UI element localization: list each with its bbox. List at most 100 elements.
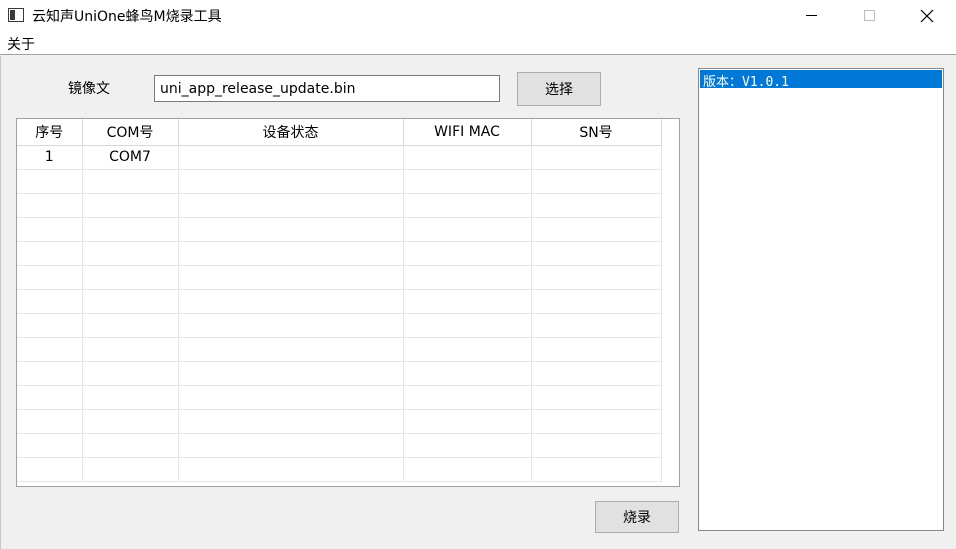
table-cell: [403, 145, 532, 170]
table-cell: [82, 169, 179, 194]
table-cell: [82, 313, 179, 338]
burn-button[interactable]: 烧录: [595, 501, 679, 533]
table-cell: [178, 169, 404, 194]
table-cell: [531, 457, 662, 482]
table-cell: [531, 265, 662, 290]
table-cell: [17, 265, 83, 290]
table-cell: [17, 337, 83, 362]
table-cell: [403, 385, 532, 410]
image-file-input[interactable]: [154, 75, 500, 102]
column-header-status[interactable]: 设备状态: [178, 119, 404, 146]
table-cell: [17, 313, 83, 338]
select-button[interactable]: 选择: [517, 72, 601, 106]
table-cell: [178, 265, 404, 290]
column-header-index[interactable]: 序号: [17, 119, 83, 146]
table-row[interactable]: [17, 169, 662, 194]
table-cell: [178, 193, 404, 218]
table-row[interactable]: [17, 337, 662, 362]
table-cell: [17, 361, 83, 386]
table-cell: [82, 409, 179, 434]
table-cell: [403, 289, 532, 314]
log-line-version[interactable]: 版本：V1.0.1: [700, 70, 942, 90]
window-title: 云知声UniOne蜂鸟M烧录工具: [32, 9, 222, 25]
table-body: 1 COM7: [17, 145, 662, 482]
table-row[interactable]: 1 COM7: [17, 145, 662, 170]
table-row[interactable]: [17, 241, 662, 266]
table-row[interactable]: [17, 217, 662, 242]
table-cell: [403, 433, 532, 458]
table-cell: [17, 241, 83, 266]
table-cell: [403, 457, 532, 482]
table-cell: [17, 385, 83, 410]
table-cell: [531, 217, 662, 242]
menu-item-about[interactable]: 关于: [7, 34, 35, 54]
table-cell: [178, 217, 404, 242]
table-cell: [178, 433, 404, 458]
table-cell: [178, 385, 404, 410]
minimize-button[interactable]: [788, 0, 834, 31]
device-table: 序号 COM号 设备状态 WIFI MAC SN号 1 COM7: [16, 118, 680, 487]
image-file-label: 镜像文: [68, 81, 110, 97]
table-row[interactable]: [17, 313, 662, 338]
table-cell: [403, 193, 532, 218]
column-header-sn[interactable]: SN号: [531, 119, 662, 146]
table-cell: [531, 169, 662, 194]
table-cell: [82, 433, 179, 458]
table-row[interactable]: [17, 433, 662, 458]
table-cell: [178, 145, 404, 170]
table-row[interactable]: [17, 193, 662, 218]
column-header-com[interactable]: COM号: [82, 119, 179, 146]
table-cell: [178, 361, 404, 386]
table-cell: [531, 145, 662, 170]
maximize-icon: [863, 10, 875, 21]
table-cell: [82, 241, 179, 266]
close-button[interactable]: [904, 0, 950, 31]
table-row[interactable]: [17, 385, 662, 410]
table-cell: [403, 241, 532, 266]
column-header-wifi-mac[interactable]: WIFI MAC: [403, 119, 532, 146]
table-cell: [531, 313, 662, 338]
maximize-button[interactable]: [846, 0, 892, 31]
table-cell: [82, 385, 179, 410]
table-cell: [403, 169, 532, 194]
table-row[interactable]: [17, 457, 662, 482]
table-cell: [82, 217, 179, 242]
table-cell: [531, 409, 662, 434]
table-cell: 1: [17, 145, 83, 170]
close-icon: [920, 9, 934, 22]
table-cell: [82, 337, 179, 362]
table-cell: [82, 193, 179, 218]
table-cell: [178, 457, 404, 482]
table-row[interactable]: [17, 409, 662, 434]
table-row[interactable]: [17, 289, 662, 314]
log-list[interactable]: 版本：V1.0.1: [698, 68, 944, 531]
table-header-row: 序号 COM号 设备状态 WIFI MAC SN号: [17, 119, 662, 146]
table-cell: [403, 265, 532, 290]
table-cell: [531, 241, 662, 266]
table-cell: [17, 217, 83, 242]
table-cell: [17, 457, 83, 482]
table-cell: [403, 361, 532, 386]
table-cell: [531, 433, 662, 458]
table-cell: [82, 265, 179, 290]
table-cell: [178, 241, 404, 266]
table-cell: [403, 409, 532, 434]
table-cell: [403, 217, 532, 242]
table-cell: [82, 361, 179, 386]
table-row[interactable]: [17, 361, 662, 386]
table-cell: [531, 361, 662, 386]
table-cell: [403, 313, 532, 338]
table-cell: [82, 289, 179, 314]
table-row[interactable]: [17, 265, 662, 290]
table-cell: [531, 337, 662, 362]
table-cell: [17, 289, 83, 314]
table-cell: [531, 289, 662, 314]
menu-bar: 关于: [0, 31, 956, 55]
title-bar: 云知声UniOne蜂鸟M烧录工具: [0, 0, 956, 31]
table-cell: [178, 409, 404, 434]
table-cell: [17, 193, 83, 218]
table-cell: [178, 313, 404, 338]
minimize-icon: [805, 15, 817, 16]
table-cell: [178, 289, 404, 314]
table-cell: [17, 169, 83, 194]
